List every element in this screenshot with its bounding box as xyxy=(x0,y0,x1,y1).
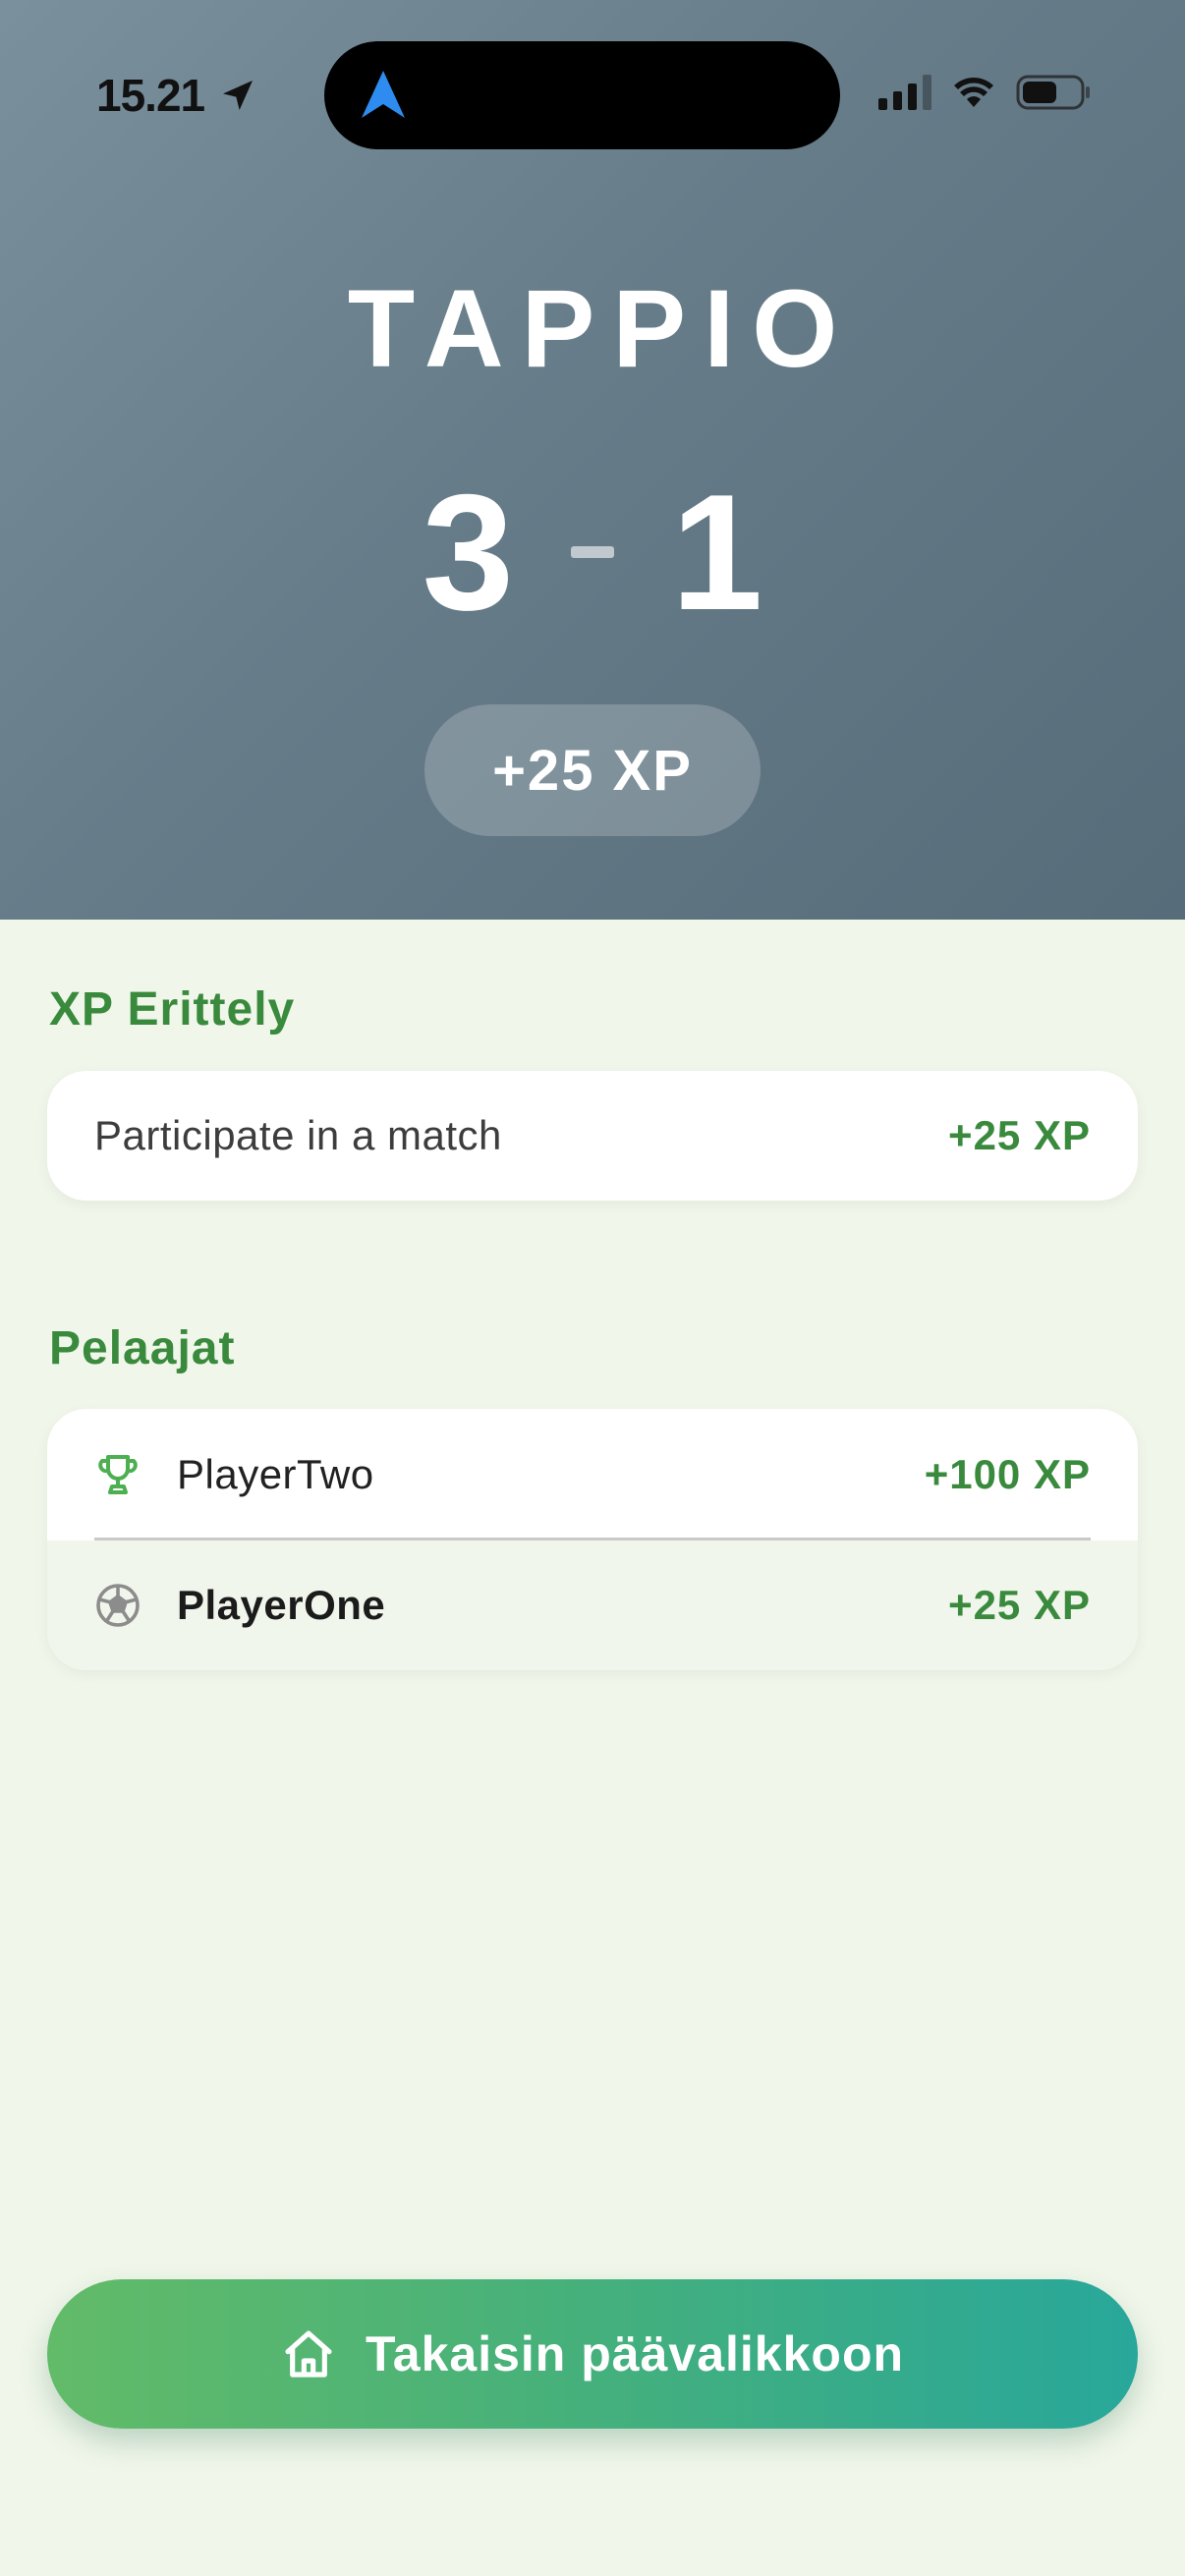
soccer-ball-icon xyxy=(96,1584,140,1627)
match-score: 3 1 xyxy=(0,470,1185,635)
match-result-screen: 15.21 TAPPIO 3 1 +25 XP XP Erittely Part… xyxy=(0,0,1185,2576)
xp-breakdown-label: Participate in a match xyxy=(94,1112,502,1158)
xp-breakdown-row: Participate in a match +25 XP xyxy=(47,1071,1138,1201)
player-name-current: PlayerOne xyxy=(177,1582,386,1628)
xp-breakdown-card: Participate in a match +25 XP xyxy=(47,1071,1138,1201)
player-xp-current: +25 XP xyxy=(948,1582,1091,1628)
xp-gained-badge: +25 XP xyxy=(424,704,761,836)
player-xp: +100 XP xyxy=(924,1451,1091,1497)
home-icon xyxy=(285,2330,332,2378)
wifi-icon xyxy=(954,78,993,107)
score-away: 1 xyxy=(671,460,763,644)
cellular-signal-icon xyxy=(878,75,931,110)
trophy-icon xyxy=(98,1455,138,1494)
player-row-current: PlayerOne +25 XP xyxy=(47,1540,1138,1670)
player-name: PlayerTwo xyxy=(177,1451,374,1497)
back-to-main-menu-button[interactable]: Takaisin päävalikkoon xyxy=(47,2279,1138,2429)
players-card: PlayerTwo +100 XP PlayerOne +25 XP xyxy=(47,1409,1138,1670)
score-separator xyxy=(571,546,614,558)
xp-breakdown-title: XP Erittely xyxy=(49,983,296,1036)
players-title: Pelaajat xyxy=(49,1322,236,1374)
xp-breakdown-value: +25 XP xyxy=(948,1112,1091,1158)
navigation-icon xyxy=(362,71,405,118)
location-arrow-icon xyxy=(223,81,254,110)
result-header: 15.21 TAPPIO 3 1 +25 XP xyxy=(0,0,1185,920)
back-to-main-menu-label: Takaisin päävalikkoon xyxy=(365,2326,905,2381)
player-row: PlayerTwo +100 XP xyxy=(47,1409,1138,1540)
result-title: TAPPIO xyxy=(347,267,856,390)
status-icons xyxy=(878,75,1091,110)
dynamic-island xyxy=(324,41,840,149)
status-bar-time: 15.21 xyxy=(96,69,257,122)
score-home: 3 xyxy=(422,460,514,644)
clock-text: 15.21 xyxy=(96,70,205,121)
battery-icon xyxy=(1016,75,1090,110)
